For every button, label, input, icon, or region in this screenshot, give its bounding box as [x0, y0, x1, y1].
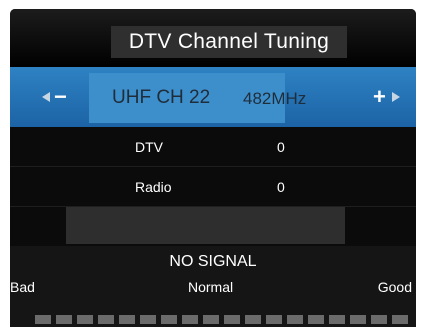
scan-progress-row [10, 207, 416, 246]
signal-meter-segment [182, 315, 198, 324]
signal-meter-segment [329, 315, 345, 324]
signal-meter-segment [203, 315, 219, 324]
minus-icon[interactable]: − [54, 85, 67, 109]
dtv-label: DTV [135, 139, 163, 155]
signal-status: NO SIGNAL [169, 253, 257, 270]
plus-icon[interactable]: + [373, 85, 386, 109]
scale-good-label: Good [377, 279, 412, 295]
signal-meter-segment [98, 315, 114, 324]
signal-meter-segment [350, 315, 366, 324]
signal-meter-segment [56, 315, 72, 324]
signal-meter-segment [266, 315, 282, 324]
signal-meter-segment [308, 315, 324, 324]
arrow-left-icon[interactable] [42, 92, 50, 102]
signal-meter-segment [77, 315, 93, 324]
signal-area: NO SIGNAL Bad Normal Good [10, 246, 416, 327]
scale-bad-label: Bad [10, 279, 35, 295]
title-bar: DTV Channel Tuning [10, 9, 416, 67]
channel-frequency: 482MHz [243, 89, 307, 108]
scale-normal-label: Normal [188, 279, 234, 295]
signal-meter-segment [245, 315, 261, 324]
signal-meter-segment [392, 315, 408, 324]
panel-title: DTV Channel Tuning [111, 26, 347, 58]
signal-meter-segment [119, 315, 135, 324]
signal-meter-segment [287, 315, 303, 324]
channel-label: UHF CH 22 [112, 87, 211, 108]
dtv-count: 0 [277, 139, 285, 155]
signal-strength-meter [35, 315, 415, 324]
radio-label: Radio [135, 179, 172, 195]
signal-meter-segment [35, 315, 51, 324]
signal-meter-segment [371, 315, 387, 324]
radio-count: 0 [277, 179, 285, 195]
channel-tuning-panel: DTV Channel Tuning − UHF CH 22 482MHz + … [10, 9, 416, 327]
arrow-right-icon[interactable] [392, 92, 400, 102]
scan-progress-bar [66, 207, 345, 244]
signal-meter-segment [140, 315, 156, 324]
channel-selector[interactable]: − UHF CH 22 482MHz + [10, 67, 416, 127]
dtv-row: DTV 0 [10, 127, 416, 167]
radio-row: Radio 0 [10, 167, 416, 207]
signal-meter-segment [224, 315, 240, 324]
signal-meter-segment [161, 315, 177, 324]
